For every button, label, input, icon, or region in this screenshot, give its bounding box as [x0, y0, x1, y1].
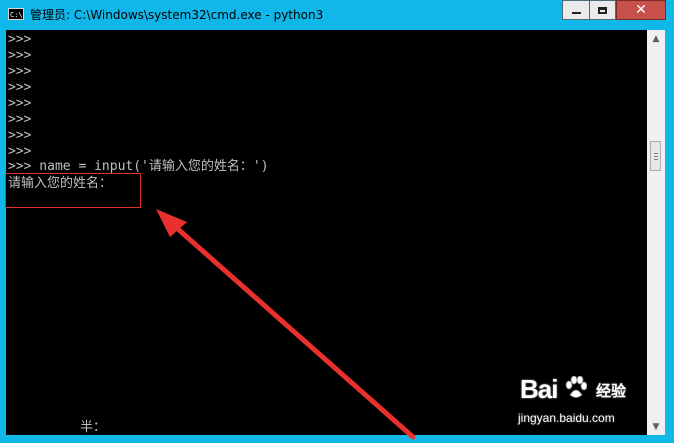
watermark-logo: Bai: [520, 374, 558, 404]
arrow-shaft: [167, 219, 416, 440]
baidu-watermark: Bai 经验 jingyan.baidu.com: [510, 372, 640, 432]
cmd-window: C:\ 管理员: C:\Windows\system32\cmd.exe - p…: [0, 0, 674, 443]
watermark-suffix: 经验: [596, 382, 627, 400]
paw-icon: [565, 376, 587, 398]
watermark-url: jingyan.baidu.com: [518, 411, 615, 425]
